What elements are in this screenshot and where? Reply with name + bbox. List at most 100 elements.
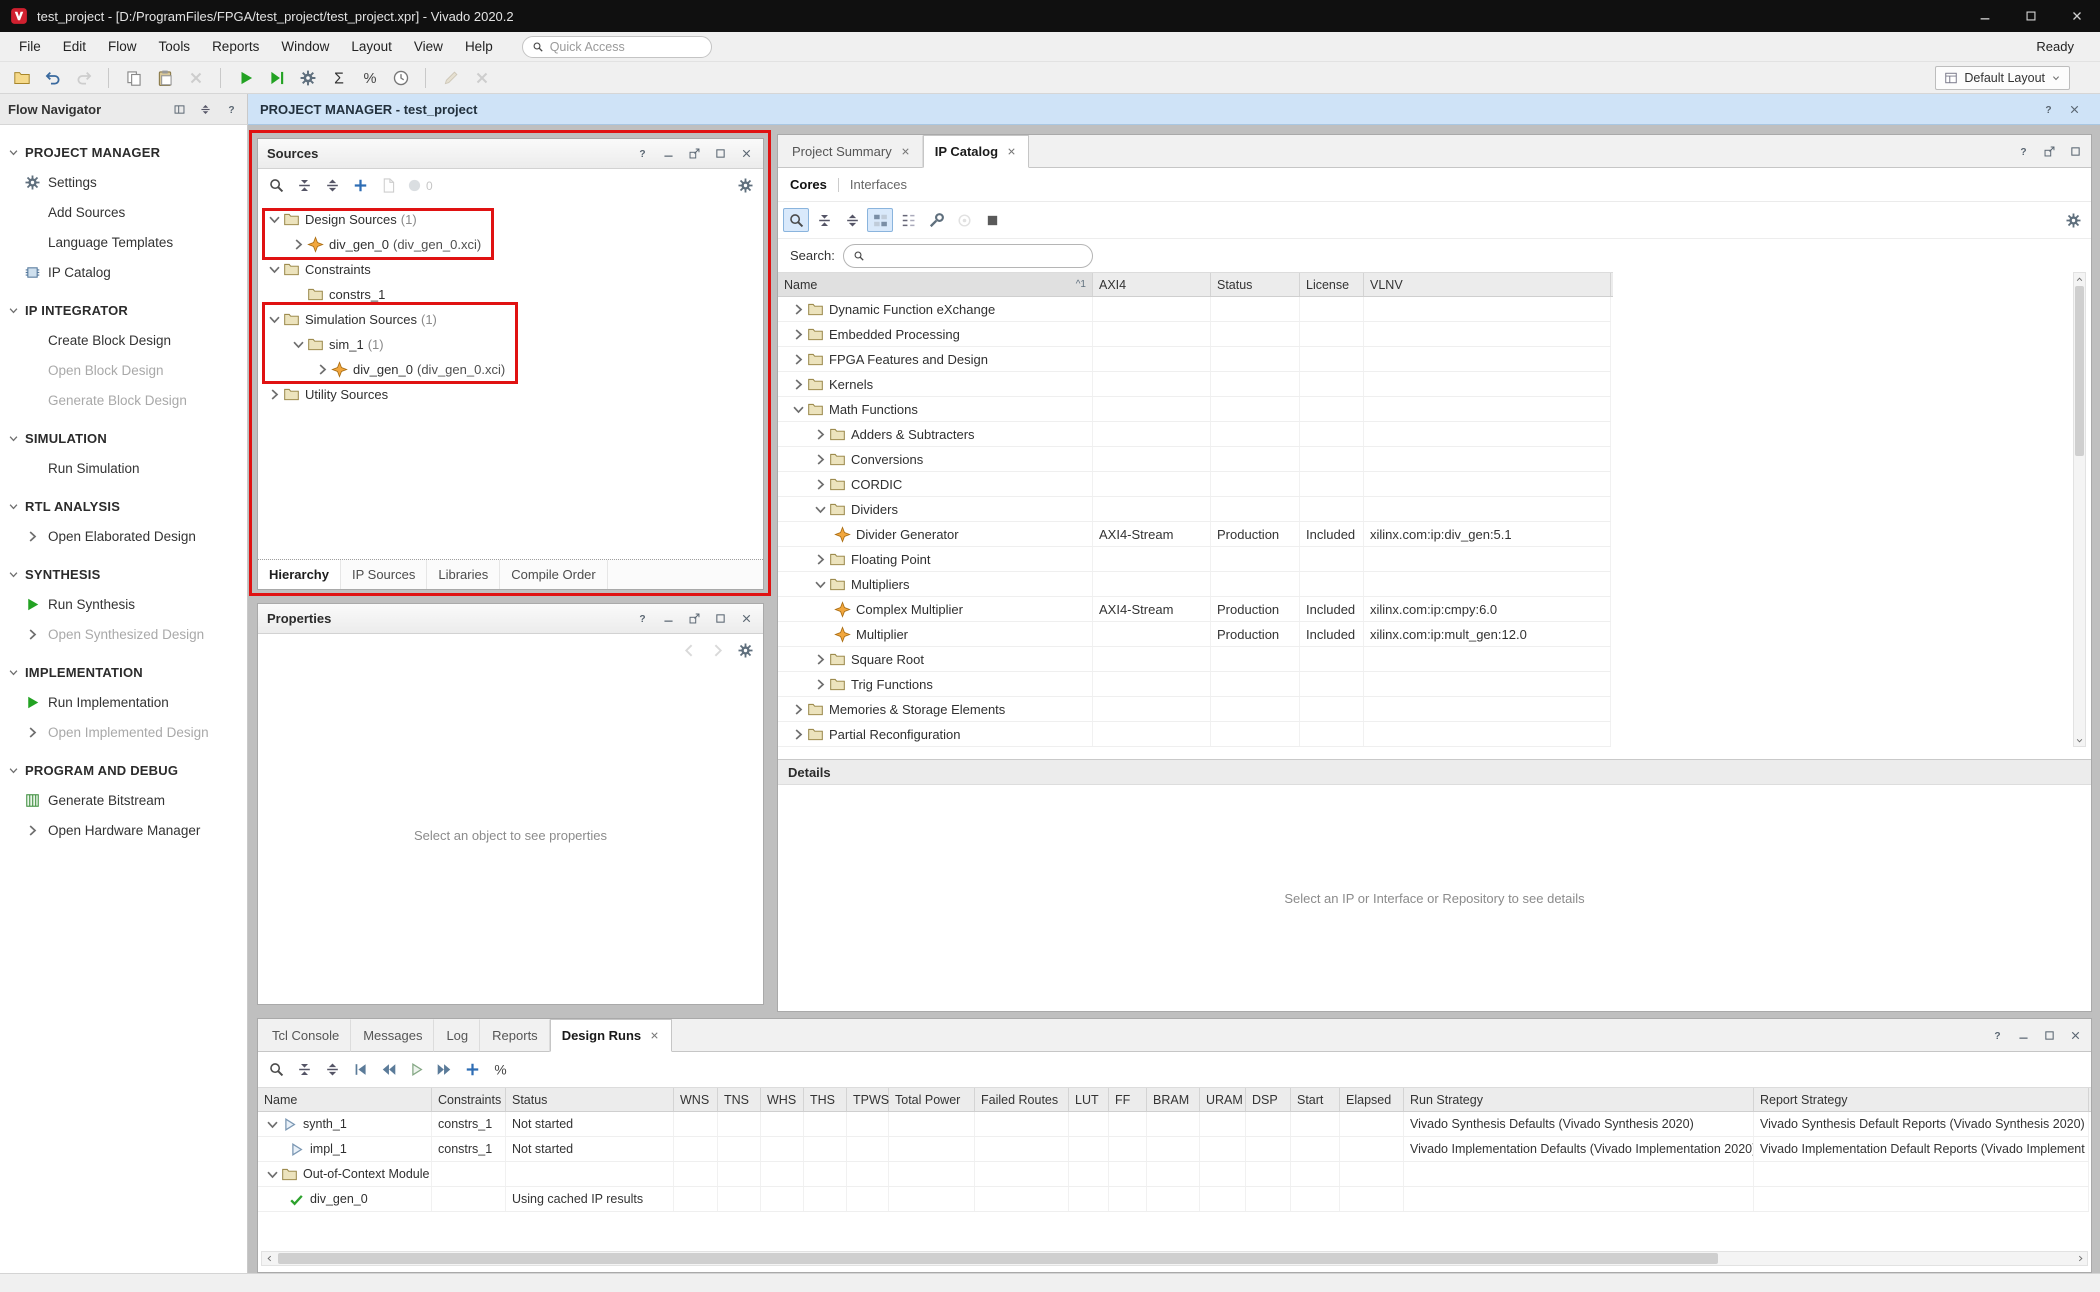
ip-catalog-row-multipliers[interactable]: Multipliers xyxy=(778,572,1611,597)
flownav-item-open-hardware-manager[interactable]: Open Hardware Manager xyxy=(0,815,247,845)
minimize-button[interactable] xyxy=(1962,0,2008,32)
sources-tab-ip-sources[interactable]: IP Sources xyxy=(341,560,427,589)
column-header-status[interactable]: Status xyxy=(506,1088,674,1111)
menu-tools[interactable]: Tools xyxy=(148,32,202,61)
results-tab-messages[interactable]: Messages xyxy=(351,1019,434,1052)
expand-all-button[interactable] xyxy=(319,174,345,198)
percent-button[interactable]: % xyxy=(487,1058,513,1082)
scrollbar-thumb[interactable] xyxy=(2075,286,2084,456)
column-header-failed-routes[interactable]: Failed Routes xyxy=(975,1088,1069,1111)
question-button[interactable]: ? xyxy=(1989,1027,2005,1043)
ip-catalog-row-dynamic-function-exchange[interactable]: Dynamic Function eXchange xyxy=(778,297,1611,322)
dock-button[interactable] xyxy=(171,101,187,117)
flownav-item-open-block-design[interactable]: Open Block Design xyxy=(0,355,247,385)
expander-open-icon[interactable] xyxy=(790,401,807,418)
ip-catalog-row-kernels[interactable]: Kernels xyxy=(778,372,1611,397)
collapse-all-button[interactable] xyxy=(291,1058,317,1082)
column-header-start[interactable]: Start xyxy=(1291,1088,1340,1111)
ip-catalog-row-partial-reconfiguration[interactable]: Partial Reconfiguration xyxy=(778,722,1611,747)
design-run-row-impl-1[interactable]: impl_1constrs_1Not startedVivado Impleme… xyxy=(258,1137,2089,1162)
back-button[interactable] xyxy=(676,639,702,663)
expander-closed-icon[interactable] xyxy=(812,651,829,668)
settings-gear-button[interactable] xyxy=(294,65,321,91)
doc-button[interactable] xyxy=(375,174,401,198)
ip-catalog-row-cordic[interactable]: CORDIC xyxy=(778,472,1611,497)
column-header-name[interactable]: Name^1 xyxy=(778,273,1093,296)
layout-selector[interactable]: Default Layout xyxy=(1935,66,2070,90)
column-header-tns[interactable]: TNS xyxy=(718,1088,761,1111)
float-button[interactable] xyxy=(686,146,702,162)
menu-help[interactable]: Help xyxy=(454,32,504,61)
plus-button[interactable] xyxy=(459,1058,485,1082)
column-header-tpws[interactable]: TPWS xyxy=(847,1088,889,1111)
play-outline-gray-button[interactable] xyxy=(403,1058,429,1082)
menu-reports[interactable]: Reports xyxy=(201,32,270,61)
flownav-item-run-synthesis[interactable]: Run Synthesis xyxy=(0,589,247,619)
sources-tree-item-utility-sources[interactable]: Utility Sources xyxy=(258,382,763,407)
menu-flow[interactable]: Flow xyxy=(97,32,148,61)
ip-catalog-row-floating-point[interactable]: Floating Point xyxy=(778,547,1611,572)
flow-section-header-implementation[interactable]: IMPLEMENTATION xyxy=(0,657,247,687)
ip-catalog-row-trig-functions[interactable]: Trig Functions xyxy=(778,672,1611,697)
ip-search-input[interactable] xyxy=(843,244,1093,268)
sources-tree-item-design-sources[interactable]: Design Sources(1) xyxy=(258,207,763,232)
ip-catalog-row-complex-multiplier[interactable]: Complex MultiplierAXI4-StreamProductionI… xyxy=(778,597,1611,622)
results-tab-reports[interactable]: Reports xyxy=(480,1019,550,1052)
close-icon[interactable] xyxy=(900,146,911,157)
fastforward-button[interactable] xyxy=(431,1058,457,1082)
minimize-button[interactable] xyxy=(2015,1027,2031,1043)
expander-open-icon[interactable] xyxy=(266,311,283,328)
plus-button[interactable] xyxy=(347,174,373,198)
scrollbar-thumb[interactable] xyxy=(278,1253,1718,1264)
menu-view[interactable]: View xyxy=(403,32,454,61)
collapse-all-button[interactable] xyxy=(811,208,837,232)
menu-file[interactable]: File xyxy=(8,32,52,61)
column-header-status[interactable]: Status xyxy=(1211,273,1300,296)
expand-all-button[interactable] xyxy=(197,101,213,117)
flownav-item-run-simulation[interactable]: Run Simulation xyxy=(0,453,247,483)
close-button[interactable] xyxy=(2067,1027,2083,1043)
expander-closed-icon[interactable] xyxy=(812,476,829,493)
close-button[interactable] xyxy=(738,146,754,162)
flownav-item-run-implementation[interactable]: Run Implementation xyxy=(0,687,247,717)
ip-catalog-row-dividers[interactable]: Dividers xyxy=(778,497,1611,522)
clock-button[interactable] xyxy=(387,65,414,91)
flownav-item-language-templates[interactable]: Language Templates xyxy=(0,227,247,257)
sources-tree-item-constraints[interactable]: Constraints xyxy=(258,257,763,282)
percent-button[interactable]: % xyxy=(356,65,383,91)
maximize-button[interactable] xyxy=(712,611,728,627)
minimize-button[interactable] xyxy=(660,146,676,162)
expander-closed-icon[interactable] xyxy=(790,726,807,743)
step-run-button[interactable] xyxy=(263,65,290,91)
expander-open-icon[interactable] xyxy=(290,336,307,353)
maximize-button[interactable] xyxy=(2041,1027,2057,1043)
expander-closed-icon[interactable] xyxy=(790,351,807,368)
filter-count-button[interactable]: 0 xyxy=(403,174,436,198)
flownav-item-ip-catalog[interactable]: IP Catalog xyxy=(0,257,247,287)
question-button[interactable]: ? xyxy=(223,101,239,117)
rewind-button[interactable] xyxy=(375,1058,401,1082)
flow-section-header-rtl-analysis[interactable]: RTL ANALYSIS xyxy=(0,491,247,521)
open-project-button[interactable] xyxy=(8,65,35,91)
properties-panel-header[interactable]: Properties ? xyxy=(258,604,763,634)
flownav-item-open-elaborated-design[interactable]: Open Elaborated Design xyxy=(0,521,247,551)
column-header-ff[interactable]: FF xyxy=(1109,1088,1147,1111)
results-tab-log[interactable]: Log xyxy=(434,1019,480,1052)
expander-closed-icon[interactable] xyxy=(812,451,829,468)
flownav-item-generate-bitstream[interactable]: Generate Bitstream xyxy=(0,785,247,815)
subtab-cores[interactable]: Cores xyxy=(790,177,827,192)
question-button[interactable]: ? xyxy=(634,611,650,627)
expander-open-icon[interactable] xyxy=(812,576,829,593)
gear-button[interactable] xyxy=(732,639,758,663)
float-button[interactable] xyxy=(2041,143,2057,159)
close-icon[interactable] xyxy=(649,1030,660,1041)
expander-open-icon[interactable] xyxy=(264,1166,281,1183)
close-button[interactable] xyxy=(2066,101,2082,117)
column-header-uram[interactable]: URAM xyxy=(1200,1088,1246,1111)
design-run-row-out-of-context-module-runs[interactable]: Out-of-Context Module Runs xyxy=(258,1162,2089,1187)
delete-button[interactable] xyxy=(182,65,209,91)
sources-tree-item-constrs-1[interactable]: constrs_1 xyxy=(258,282,763,307)
expand-all-button[interactable] xyxy=(839,208,865,232)
sources-tree-item-sim-1[interactable]: sim_1(1) xyxy=(258,332,763,357)
scroll-up-icon[interactable] xyxy=(2074,273,2085,285)
